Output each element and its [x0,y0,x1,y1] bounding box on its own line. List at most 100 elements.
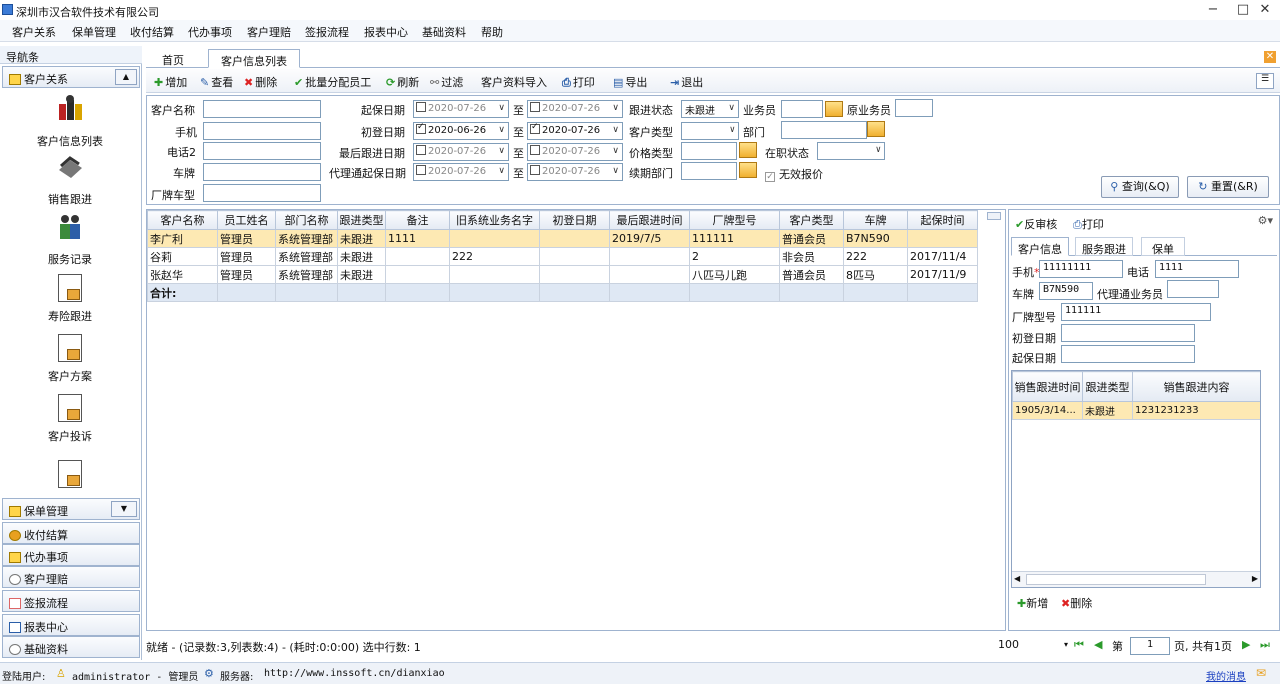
register-date-to[interactable]: 2020-07-26∨ [527,122,623,140]
detail-agent-input[interactable] [1167,280,1219,298]
unaudit-button[interactable]: ✔反审核 [1015,216,1057,232]
sub-table-row[interactable]: 1905/3/14... 未跟进 1231231233 [1012,401,1260,420]
menu-customer[interactable]: 客户关系 [12,24,56,40]
nav-item-complaint[interactable]: 客户投诉 [0,394,140,444]
add-button[interactable]: ✚ 增加 [154,74,187,90]
message-icon[interactable]: ✉ [1256,666,1266,680]
menu-workflow[interactable]: 签报流程 [305,24,349,40]
table-row[interactable]: 张赵华 管理员 系统管理部 未跟进 八匹马儿跑 普通会员 8匹马 2017/11/9 [147,265,978,284]
column-header[interactable]: 部门名称 [275,210,338,230]
column-header[interactable]: 备注 [385,210,450,230]
column-header[interactable]: 员工姓名 [217,210,276,230]
detail-register-input[interactable] [1061,324,1195,342]
column-header[interactable]: 客户类型 [779,210,844,230]
nav-group-basic[interactable]: 基础资料 [2,636,140,658]
tab-service-follow[interactable]: 服务跟进 [1075,237,1133,256]
query-button[interactable]: ⚲ 查询(&Q) [1101,176,1179,198]
dept-input[interactable] [781,121,867,139]
nav-group-claims[interactable]: 客户理赔 [2,566,140,588]
filter-button[interactable]: ⚯ 过滤 [430,74,463,90]
page-number-input[interactable]: 1 [1130,637,1170,655]
detail-plate-input[interactable]: B7N590 [1039,282,1093,300]
print-button[interactable]: ⎙ 打印 [562,74,595,90]
batch-assign-button[interactable]: ✔ 批量分配员工 [294,74,371,90]
page-size-select[interactable]: 100 ▾ [998,638,1070,656]
menu-help[interactable]: 帮助 [481,24,503,40]
renew-dept-picker[interactable] [739,162,757,178]
column-header[interactable]: 厂牌型号 [689,210,780,230]
detail-model-input[interactable]: 111111 [1061,303,1211,321]
close-button[interactable]: ✕ [1250,1,1280,19]
nav-group-settlement[interactable]: 收付结算 [2,522,140,544]
last-follow-from[interactable]: 2020-07-26 ∨ [413,143,509,161]
prev-page-icon[interactable]: ◀ [1094,638,1102,651]
sub-column-header[interactable]: 销售跟进时间 [1012,371,1083,402]
close-tab-icon[interactable]: ✕ [1264,51,1276,63]
import-button[interactable]: 客户资料导入 [481,74,547,90]
next-page-icon[interactable]: ▶ [1242,638,1250,651]
detail-mobile-input[interactable]: 11111111 [1039,260,1123,278]
column-header[interactable]: 客户名称 [147,210,218,230]
layout-menu-icon[interactable]: ☰ [1256,73,1274,89]
column-header[interactable]: 旧系统业务名字 [449,210,540,230]
invalid-quote-checkbox[interactable]: ✓ 无效报价 [765,166,823,182]
mobile-input[interactable] [203,122,321,140]
my-messages-link[interactable]: 我的消息 [1206,668,1246,683]
view-button[interactable]: ✎ 查看 [200,74,233,90]
exit-button[interactable]: ⇥ 退出 [670,74,703,90]
collapse-up-icon[interactable]: ▲ [115,69,137,85]
price-type-picker[interactable] [739,142,757,158]
menu-basic[interactable]: 基础资料 [422,24,466,40]
salesman-input[interactable] [781,100,823,118]
column-header[interactable]: 初登日期 [539,210,610,230]
scroll-left-icon[interactable]: ◀ [1014,574,1020,583]
reset-button[interactable]: ↻ 重置(&R) [1187,176,1269,198]
nav-item-service-record[interactable]: 服务记录 [0,212,140,267]
tab-policy[interactable]: 保单 [1141,237,1185,256]
dept-picker[interactable] [867,121,885,137]
menu-todo[interactable]: 代办事项 [188,24,232,40]
tab-home[interactable]: 首页 [150,49,196,68]
plate-input[interactable] [203,163,321,181]
tab-customer-list[interactable]: 客户信息列表 [208,49,300,68]
first-page-icon[interactable]: ⏮ [1074,638,1084,652]
dropdown-icon[interactable]: ▼ [111,501,137,517]
nav-item-customer-list[interactable]: 客户信息列表 [0,94,140,149]
agent-insure-to[interactable]: 2020-07-26 ∨ [527,163,623,181]
employed-select[interactable]: ∨ [817,142,885,160]
detail-phone-input[interactable]: 1111 [1155,260,1239,278]
price-type-input[interactable] [681,142,737,160]
agent-insure-from[interactable]: 2020-07-26 ∨ [413,163,509,181]
nav-item-life-followup[interactable]: 寿险跟进 [0,274,140,324]
nav-item-sales-followup[interactable]: 销售跟进 [0,152,140,207]
nav-item-partial[interactable] [0,460,140,494]
menu-reports[interactable]: 报表中心 [364,24,408,40]
model-input[interactable] [203,184,321,202]
sub-new-button[interactable]: ✚新增 [1017,595,1048,611]
scroll-right-icon[interactable]: ▶ [1252,574,1258,583]
register-date-from[interactable]: 2020-06-26∨ [413,122,509,140]
minimize-button[interactable]: − [1198,1,1228,19]
salesman-picker[interactable] [825,101,843,117]
table-row[interactable]: 李广利 管理员 系统管理部 未跟进 1111 2019/7/5 111111 普通会员 B7N5… [147,229,978,248]
last-page-icon[interactable]: ⏭ [1260,638,1270,652]
sub-column-header[interactable]: 跟进类型 [1082,371,1133,402]
options-icon[interactable]: ⚙▾ [1258,214,1273,227]
sub-column-header[interactable]: 销售跟进内容 [1132,371,1260,402]
detail-print-button[interactable]: ⎙打印 [1073,216,1104,232]
renew-dept-input[interactable] [681,162,737,180]
phone2-input[interactable] [203,142,321,160]
nav-group-reports[interactable]: 报表中心 [2,614,140,636]
customer-name-input[interactable] [203,100,321,118]
nav-item-customer-plan[interactable]: 客户方案 [0,334,140,384]
nav-group-customer[interactable]: 客户关系 ▲ [2,66,140,88]
menu-policy[interactable]: 保单管理 [72,24,116,40]
export-button[interactable]: ▤ 导出 [613,74,647,90]
sub-delete-button[interactable]: ✖删除 [1061,595,1092,611]
scrollbar-thumb[interactable] [1026,574,1206,585]
nav-group-policy[interactable]: 保单管理 ▼ [2,498,140,520]
follow-status-select[interactable]: 未跟进 ∨ [681,100,739,118]
insure-date-from[interactable]: 2020-07-26 ∨ [413,100,509,118]
last-follow-to[interactable]: 2020-07-26 ∨ [527,143,623,161]
nav-group-todo[interactable]: 代办事项 [2,544,140,566]
